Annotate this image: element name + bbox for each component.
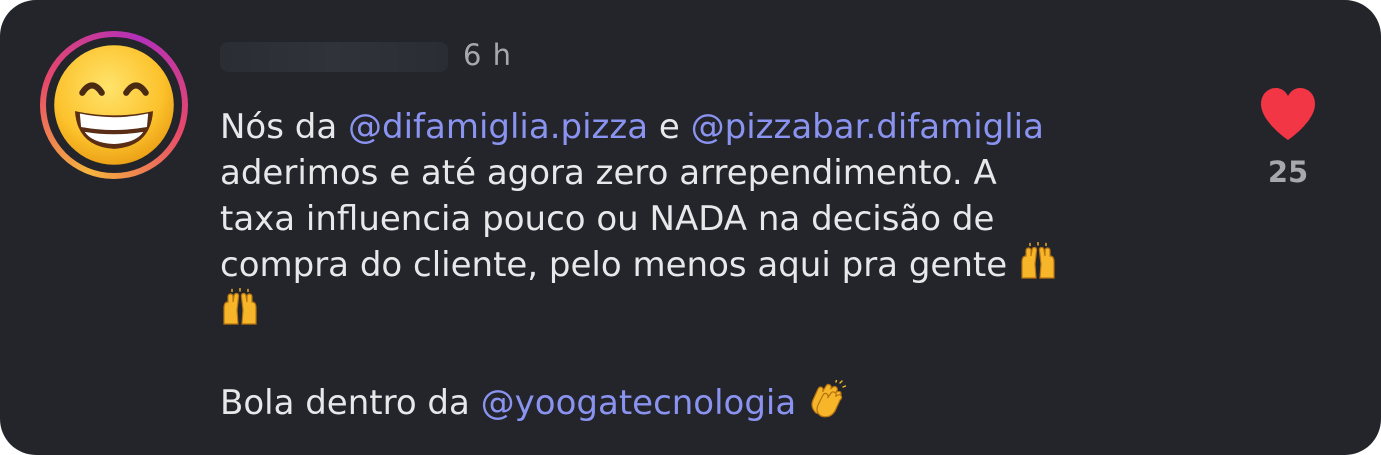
comment-timestamp: 6 h [463, 38, 513, 72]
mention-link-pizzabar-difamiglia[interactable]: @pizzabar.difamiglia [691, 107, 1044, 147]
raising-hands-icon [223, 288, 257, 325]
comment-text-segment: compra do cliente, pelo menos aqui pra g… [220, 245, 1018, 285]
mention-link-difamiglia-pizza[interactable]: @difamiglia.pizza [348, 107, 648, 147]
comment-text-segment: Bola dentro da [220, 383, 481, 423]
comment-line [220, 288, 1230, 334]
clapping-hands-icon [811, 380, 847, 418]
comment-line: compra do cliente, pelo menos aqui pra g… [220, 242, 1230, 288]
comment-text-segment: e [648, 107, 691, 147]
username[interactable] [220, 42, 448, 72]
comment-line: Bola dentro da @yoogatecnologia [220, 380, 1230, 426]
comment-card: 6 h Nós da @difamiglia.pizza e @pizzabar… [0, 0, 1381, 455]
raising-hands-icon [1021, 242, 1055, 279]
avatar[interactable] [40, 31, 188, 179]
grinning-face-icon [54, 45, 174, 165]
comment-line: aderimos e até agora zero arrependimento… [220, 153, 997, 193]
comment-line: Nós da @difamiglia.pizza e @pizzabar.dif… [220, 104, 1230, 150]
heart-icon[interactable] [1258, 86, 1318, 142]
comment-text-segment: Nós da [220, 107, 348, 147]
mention-link-yoogatecnologia[interactable]: @yoogatecnologia [481, 383, 797, 423]
comment-text: Nós da @difamiglia.pizza e @pizzabar.dif… [220, 104, 1230, 426]
comment-line: taxa influencia pouco ou NADA na decisão… [220, 199, 995, 239]
like-count: 25 [1267, 155, 1309, 189]
